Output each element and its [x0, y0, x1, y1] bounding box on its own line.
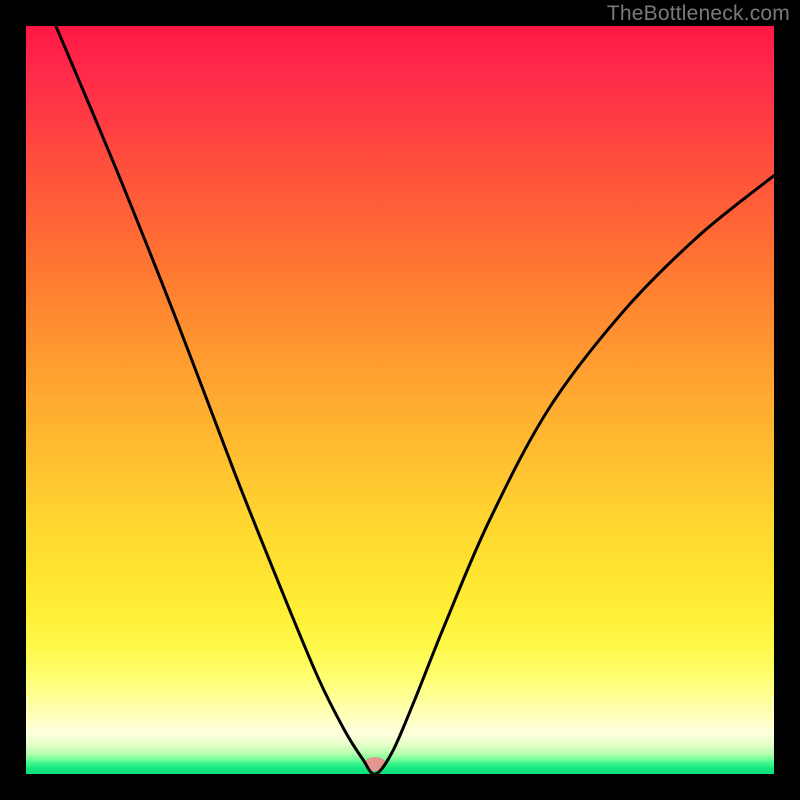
bottleneck-curve — [26, 26, 774, 774]
curve-path — [56, 26, 774, 774]
plot-area — [26, 26, 774, 774]
chart-frame: TheBottleneck.com — [0, 0, 800, 800]
attribution-text: TheBottleneck.com — [607, 2, 790, 26]
